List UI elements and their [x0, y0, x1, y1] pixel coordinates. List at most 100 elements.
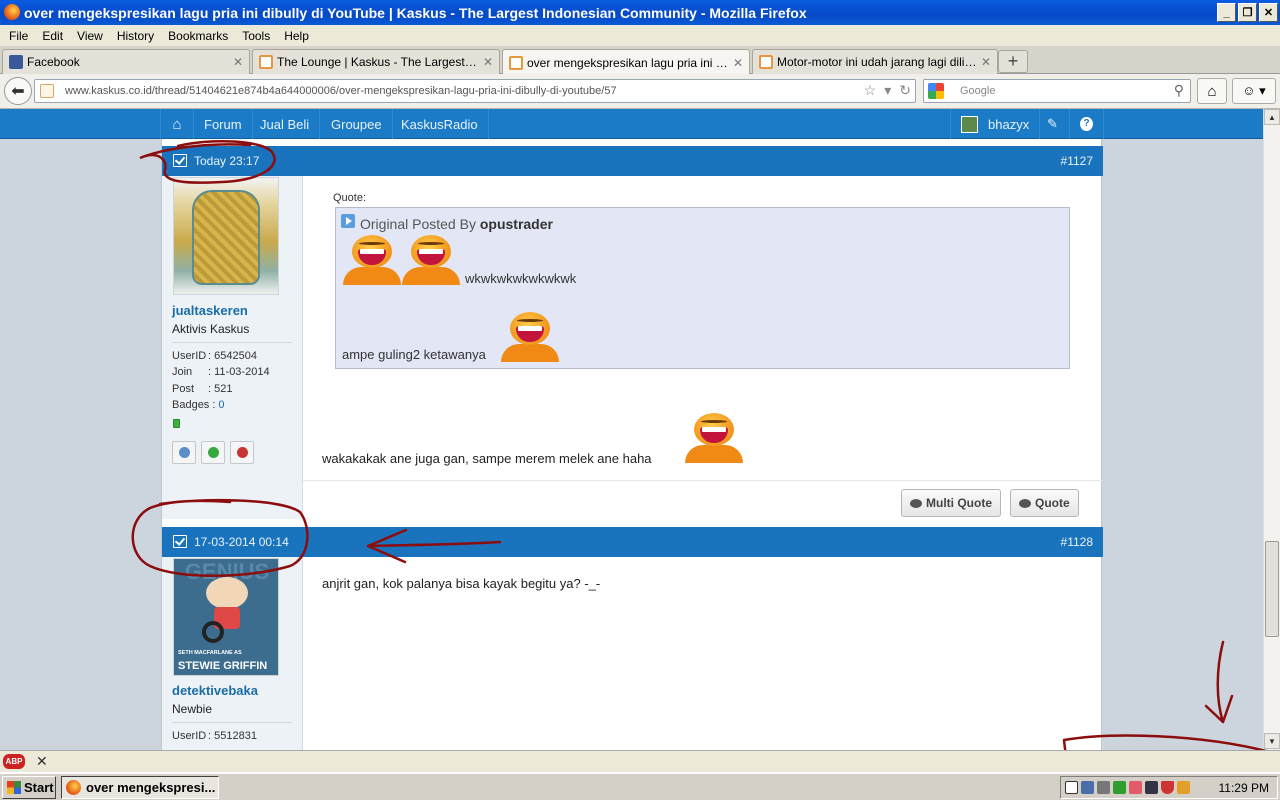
user-avatar[interactable]	[173, 177, 279, 295]
addon-button[interactable]: ☺ ▾	[1232, 78, 1276, 104]
laughing-smiley-icon	[685, 413, 743, 463]
back-arrow-icon: ⬅	[11, 83, 25, 100]
quote-label: Quote:	[333, 192, 367, 204]
site-identity-icon[interactable]	[40, 84, 54, 98]
dropdown-arrow-icon[interactable]: ▾	[884, 82, 891, 99]
scroll-thumb[interactable]	[1265, 541, 1279, 637]
post-date: Today 23:17	[194, 154, 260, 168]
nav-jual-beli[interactable]: Jual Beli	[250, 109, 321, 139]
checkbox-icon[interactable]	[173, 535, 187, 548]
minimize-button[interactable]: _	[1217, 3, 1236, 22]
menu-edit[interactable]: Edit	[35, 29, 70, 43]
username[interactable]: jualtaskeren	[172, 303, 248, 318]
nav-groupee[interactable]: Groupee	[321, 109, 393, 139]
profile-button[interactable]	[172, 441, 196, 464]
quote-arrow-icon[interactable]	[341, 214, 355, 228]
tab-title: The Lounge | Kaskus - The Largest Indon.…	[277, 55, 479, 69]
speaker-tray-icon[interactable]	[1081, 781, 1094, 794]
user-menu[interactable]: bhazyx	[950, 109, 1041, 139]
add-friend-button[interactable]	[201, 441, 225, 464]
help-tray-icon[interactable]	[1065, 781, 1078, 794]
new-tab-button[interactable]: +	[998, 50, 1028, 73]
checkbox-icon[interactable]	[173, 154, 187, 167]
tab-close-icon[interactable]: ✕	[733, 56, 743, 70]
page-scrollbar[interactable]: ▲ ▼	[1263, 109, 1280, 750]
tab-close-icon[interactable]: ✕	[233, 55, 243, 69]
kaskus-navbar: ⌂ Forum Jual Beli Groupee KaskusRadio bh…	[0, 109, 1263, 139]
tab-close-icon[interactable]: ✕	[981, 55, 991, 69]
user-post-row: Post: 521	[172, 383, 233, 395]
menu-history[interactable]: History	[110, 29, 161, 43]
adblock-plus-icon[interactable]: ABP	[3, 754, 25, 769]
multi-quote-button[interactable]: Multi Quote	[901, 489, 1001, 517]
laughing-smiley-icon	[343, 235, 401, 285]
kaskus-home-button[interactable]: ⌂	[160, 109, 194, 139]
edit-button[interactable]: ✎	[1036, 109, 1070, 139]
menu-bar: File Edit View History Bookmarks Tools H…	[0, 25, 1280, 46]
facebook-favicon-icon	[9, 55, 23, 69]
online-status-icon	[173, 419, 180, 428]
tab-lounge[interactable]: The Lounge | Kaskus - The Largest Indon.…	[252, 49, 500, 74]
thread-content: Today 23:17 #1127 jualtaskeren Aktivis K…	[161, 139, 1103, 750]
menu-view[interactable]: View	[70, 29, 110, 43]
windows-taskbar: Start over mengekspresi... 11:29 PM	[0, 772, 1280, 800]
scroll-up-icon[interactable]: ▲	[1264, 109, 1280, 125]
clock: 11:29 PM	[1218, 781, 1269, 795]
tab-bar: Facebook ✕ The Lounge | Kaskus - The Lar…	[0, 46, 1280, 75]
user-avatar[interactable]: GENIUS SETH MACFARLANE AS STEWIE GRIFFIN	[173, 558, 279, 676]
monitor-tray-icon[interactable]	[1145, 781, 1158, 794]
menu-tools[interactable]: Tools	[235, 29, 277, 43]
back-button[interactable]: ⬅	[4, 77, 32, 105]
url-bar[interactable]: www.kaskus.co.id/thread/51404621e874b4a6…	[34, 79, 916, 103]
bookmark-star-icon[interactable]: ☆	[864, 82, 877, 99]
menu-help[interactable]: Help	[277, 29, 316, 43]
start-button[interactable]: Start	[2, 776, 56, 799]
home-button[interactable]: ⌂	[1197, 78, 1227, 104]
search-placeholder: Google	[960, 85, 996, 97]
window-title: over mengekspresikan lagu pria ini dibul…	[24, 4, 807, 21]
tab-motor[interactable]: Motor-motor ini udah jarang lagi diliat …	[752, 49, 998, 74]
monkey-icon: ☺ ▾	[1242, 83, 1266, 98]
red-tray-icon[interactable]	[1129, 781, 1142, 794]
post-number[interactable]: #1128	[1061, 535, 1093, 549]
tab-current-thread[interactable]: over mengekspresikan lagu pria ini dibul…	[502, 49, 750, 75]
tab-close-icon[interactable]: ✕	[483, 55, 493, 69]
close-addon-bar-icon[interactable]: ✕	[36, 753, 48, 770]
network-tray-icon[interactable]	[1097, 781, 1110, 794]
home-icon: ⌂	[172, 115, 182, 133]
shield-tray-icon[interactable]	[1161, 781, 1174, 794]
quote-box: Original Posted By opustrader wkwkwkwkwk…	[335, 207, 1070, 369]
tab-title: Motor-motor ini udah jarang lagi diliat …	[777, 55, 977, 69]
tab-title: over mengekspresikan lagu pria ini dibul…	[527, 55, 729, 70]
nav-kaskusradio[interactable]: KaskusRadio	[391, 109, 489, 139]
web-page: ⌂ Forum Jual Beli Groupee KaskusRadio bh…	[0, 109, 1263, 750]
menu-file[interactable]: File	[2, 29, 35, 43]
menu-bookmarks[interactable]: Bookmarks	[161, 29, 235, 43]
quote-button[interactable]: Quote	[1010, 489, 1079, 517]
user-id-row: UserID: 6542504	[172, 350, 257, 362]
windows-logo-icon	[7, 781, 21, 794]
nav-forum[interactable]: Forum	[194, 109, 253, 139]
search-input[interactable]: Google ⚲	[923, 79, 1191, 103]
tab-facebook[interactable]: Facebook ✕	[2, 49, 250, 74]
close-window-button[interactable]: ✕	[1259, 3, 1278, 22]
username[interactable]: detektivebaka	[172, 683, 258, 698]
taskbar-firefox-item[interactable]: over mengekspresi...	[61, 776, 219, 799]
green-tray-icon[interactable]	[1113, 781, 1126, 794]
post-text: anjrit gan, kok palanya bisa kayak begit…	[322, 576, 601, 591]
help-button[interactable]: ?	[1070, 109, 1104, 139]
report-button[interactable]	[230, 441, 254, 464]
tab-title: Facebook	[27, 55, 80, 69]
post-text: wakakakak ane juga gan, sampe merem mele…	[322, 451, 652, 466]
nav-username: bhazyx	[988, 116, 1030, 132]
search-icon[interactable]: ⚲	[1174, 82, 1184, 99]
users-tray-icon[interactable]	[1177, 781, 1190, 794]
scroll-down-icon[interactable]: ▼	[1264, 733, 1280, 749]
reload-icon[interactable]: ↻	[899, 82, 911, 99]
post-number[interactable]: #1127	[1061, 154, 1093, 168]
stewie-head-image	[206, 577, 248, 609]
system-tray: 11:29 PM	[1060, 776, 1278, 799]
google-icon[interactable]	[928, 83, 944, 99]
restore-button[interactable]: ❐	[1238, 3, 1257, 22]
speech-bubble-icon	[1019, 498, 1031, 508]
